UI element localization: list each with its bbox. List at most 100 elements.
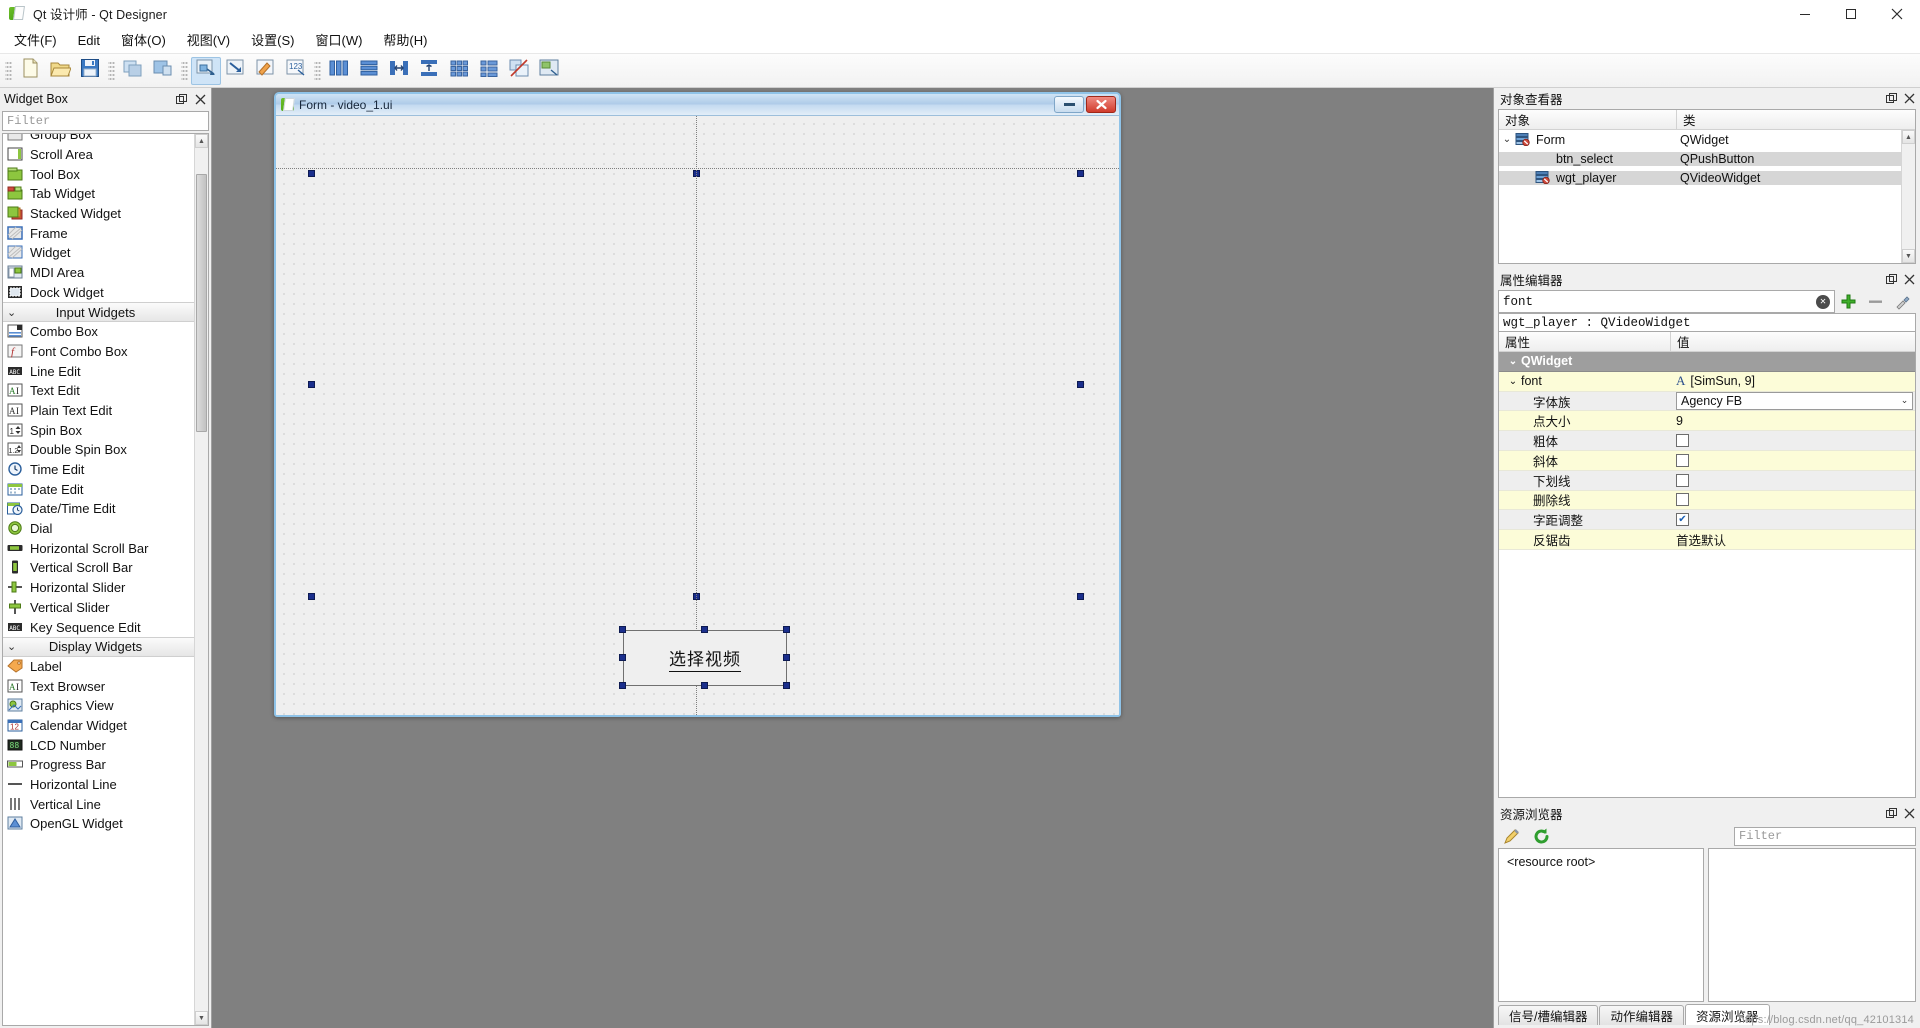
widget-item-text-edit[interactable]: A I Text Edit [3,381,194,401]
property-row[interactable]: 删除线 [1499,490,1915,511]
widget-item-vertical-scroll-bar[interactable]: Vertical Scroll Bar [3,558,194,578]
resize-handle-bottom-left[interactable] [308,593,315,600]
btn-handle-middle-left[interactable] [619,654,626,661]
break-layout-button[interactable] [504,57,534,85]
widget-item-tab-widget[interactable]: Tab Widget [3,184,194,204]
class-column-header[interactable]: 类 [1677,110,1915,129]
property-column-header[interactable]: 属性 [1499,332,1671,351]
widget-item-date-time-edit[interactable]: Date/Time Edit [3,499,194,519]
minimize-button[interactable] [1782,0,1828,28]
widget-item-plain-text-edit[interactable]: A I Plain Text Edit [3,401,194,421]
widget-item-dock-widget[interactable]: Dock Widget [3,283,194,303]
menu-help[interactable]: 帮助(H) [373,29,437,53]
layout-horizontally-button[interactable] [324,57,354,85]
resource-filter-input[interactable]: Filter [1734,826,1916,846]
widget-item-line-edit[interactable]: ABC Line Edit [3,361,194,381]
widget-item-date-edit[interactable]: Date Edit [3,479,194,499]
widget-item-spin-box[interactable]: 1 Spin Box [3,420,194,440]
widget-item-combo-box[interactable]: Combo Box [3,322,194,342]
remove-property-icon[interactable] [1862,290,1889,313]
btn-handle-top-left[interactable] [619,626,626,633]
widget-item-lcd-number[interactable]: 88 LCD Number [3,735,194,755]
form-canvas[interactable]: 选择视频 [276,116,1119,715]
widget-item-horizontal-line[interactable]: Horizontal Line [3,775,194,795]
value-column-header[interactable]: 值 [1671,332,1915,351]
property-checkbox[interactable] [1676,453,1689,467]
form-minimize-button[interactable] [1054,96,1084,113]
property-checkbox[interactable] [1676,434,1689,448]
widget-item-mdi-area[interactable]: MDI Area [3,263,194,283]
layout-vertically-button[interactable] [354,57,384,85]
property-row[interactable]: ⌄ QWidget [1499,352,1915,372]
edit-buddies-button[interactable] [251,57,281,85]
mdi-workspace[interactable]: Form - video_1.ui 选择视频 [212,88,1493,1028]
widget-item-opengl-widget[interactable]: OpenGL Widget [3,814,194,834]
toolbar-grip[interactable] [181,59,188,82]
property-row[interactable]: 粗体 [1499,431,1915,451]
menu-form[interactable]: 窗体(O) [111,29,176,53]
open-form-button[interactable] [45,57,75,85]
close-panel-icon[interactable] [192,91,208,107]
float-panel-icon[interactable] [173,91,189,107]
close-panel-icon[interactable] [1902,806,1917,821]
edit-signals-slots-button[interactable] [221,57,251,85]
widget-item-graphics-view[interactable]: Graphics View [3,696,194,716]
menu-view[interactable]: 视图(V) [177,29,240,53]
resize-handle-middle-right[interactable] [1077,381,1084,388]
scroll-up-arrow[interactable]: ▲ [195,134,208,148]
resource-preview-pane[interactable] [1708,848,1916,1002]
toolbar-grip[interactable] [108,59,115,82]
reload-green-icon[interactable] [1528,825,1554,847]
widget-list-scrollbar[interactable]: ▲ ▼ [194,134,208,1025]
btn-handle-bottom-right[interactable] [783,682,790,689]
widget-item-horizontal-slider[interactable]: Horizontal Slider [3,578,194,598]
widget-item-group-box[interactable]: Group Box [3,134,194,145]
undo-button[interactable] [118,57,148,85]
object-tree-row[interactable]: wgt_player QVideoWidget [1499,168,1915,187]
scroll-down-arrow[interactable]: ▼ [1902,249,1915,263]
scroll-thumb[interactable] [196,174,207,432]
tab-action-editor[interactable]: 动作编辑器 [1599,1005,1684,1025]
btn-handle-bottom-center[interactable] [701,682,708,689]
menu-settings[interactable]: 设置(S) [241,29,304,53]
float-panel-icon[interactable] [1884,806,1899,821]
form-window[interactable]: Form - video_1.ui 选择视频 [274,92,1121,717]
edit-pencil-icon[interactable] [1498,825,1524,847]
resource-root-pane[interactable]: <resource root> [1498,848,1704,1002]
object-tree-row[interactable]: ⌄ Form QWidget [1499,130,1915,149]
layout-form-button[interactable] [474,57,504,85]
resize-handle-middle-left[interactable] [308,381,315,388]
widget-item-horizontal-scroll-bar[interactable]: Horizontal Scroll Bar [3,538,194,558]
resize-handle-top-right[interactable] [1077,170,1084,177]
menu-window[interactable]: 窗口(W) [305,29,372,53]
form-window-titlebar[interactable]: Form - video_1.ui [276,94,1119,116]
close-button[interactable] [1874,0,1920,28]
clear-search-icon[interactable]: ✕ [1816,294,1830,309]
widget-item-calendar-widget[interactable]: 12 Calendar Widget [3,716,194,736]
btn-handle-middle-right[interactable] [783,654,790,661]
close-panel-icon[interactable] [1902,272,1917,287]
btn-handle-bottom-left[interactable] [619,682,626,689]
property-row[interactable]: 下划线 [1499,470,1915,491]
redo-button[interactable] [148,57,178,85]
object-tree-row[interactable]: btn_select QPushButton [1499,149,1915,168]
property-row[interactable]: 字体族 Agency FB ⌄ [1499,391,1915,412]
chevron-down-icon[interactable]: ⌄ [1505,356,1521,367]
widget-item-text-browser[interactable]: A I Text Browser [3,676,194,696]
widget-item-key-sequence-edit[interactable]: ABC Key Sequence Edit [3,617,194,637]
new-form-button[interactable] [15,57,45,85]
property-row[interactable]: 点大小 9 [1499,411,1915,432]
property-search-input[interactable]: font ✕ [1498,290,1835,313]
close-panel-icon[interactable] [1902,91,1917,106]
chevron-down-icon[interactable]: ⌄ [1505,376,1521,387]
widget-item-widget[interactable]: Widget [3,243,194,263]
btn-handle-top-center[interactable] [701,626,708,633]
add-property-icon[interactable] [1835,290,1862,313]
configure-property-icon[interactable] [1889,290,1916,313]
property-table[interactable]: 属性 值 ⌄ QWidget ⌄ font A [SimSun, 9] 字体族 Agency … [1498,331,1916,798]
widget-category-input-widgets[interactable]: ⌄ Input Widgets [3,302,194,322]
widget-item-double-spin-box[interactable]: 1.2 Double Spin Box [3,440,194,460]
widget-item-label[interactable]: Label [3,657,194,677]
widget-item-stacked-widget[interactable]: Stacked Widget [3,204,194,224]
object-column-header[interactable]: 对象 [1499,110,1677,129]
